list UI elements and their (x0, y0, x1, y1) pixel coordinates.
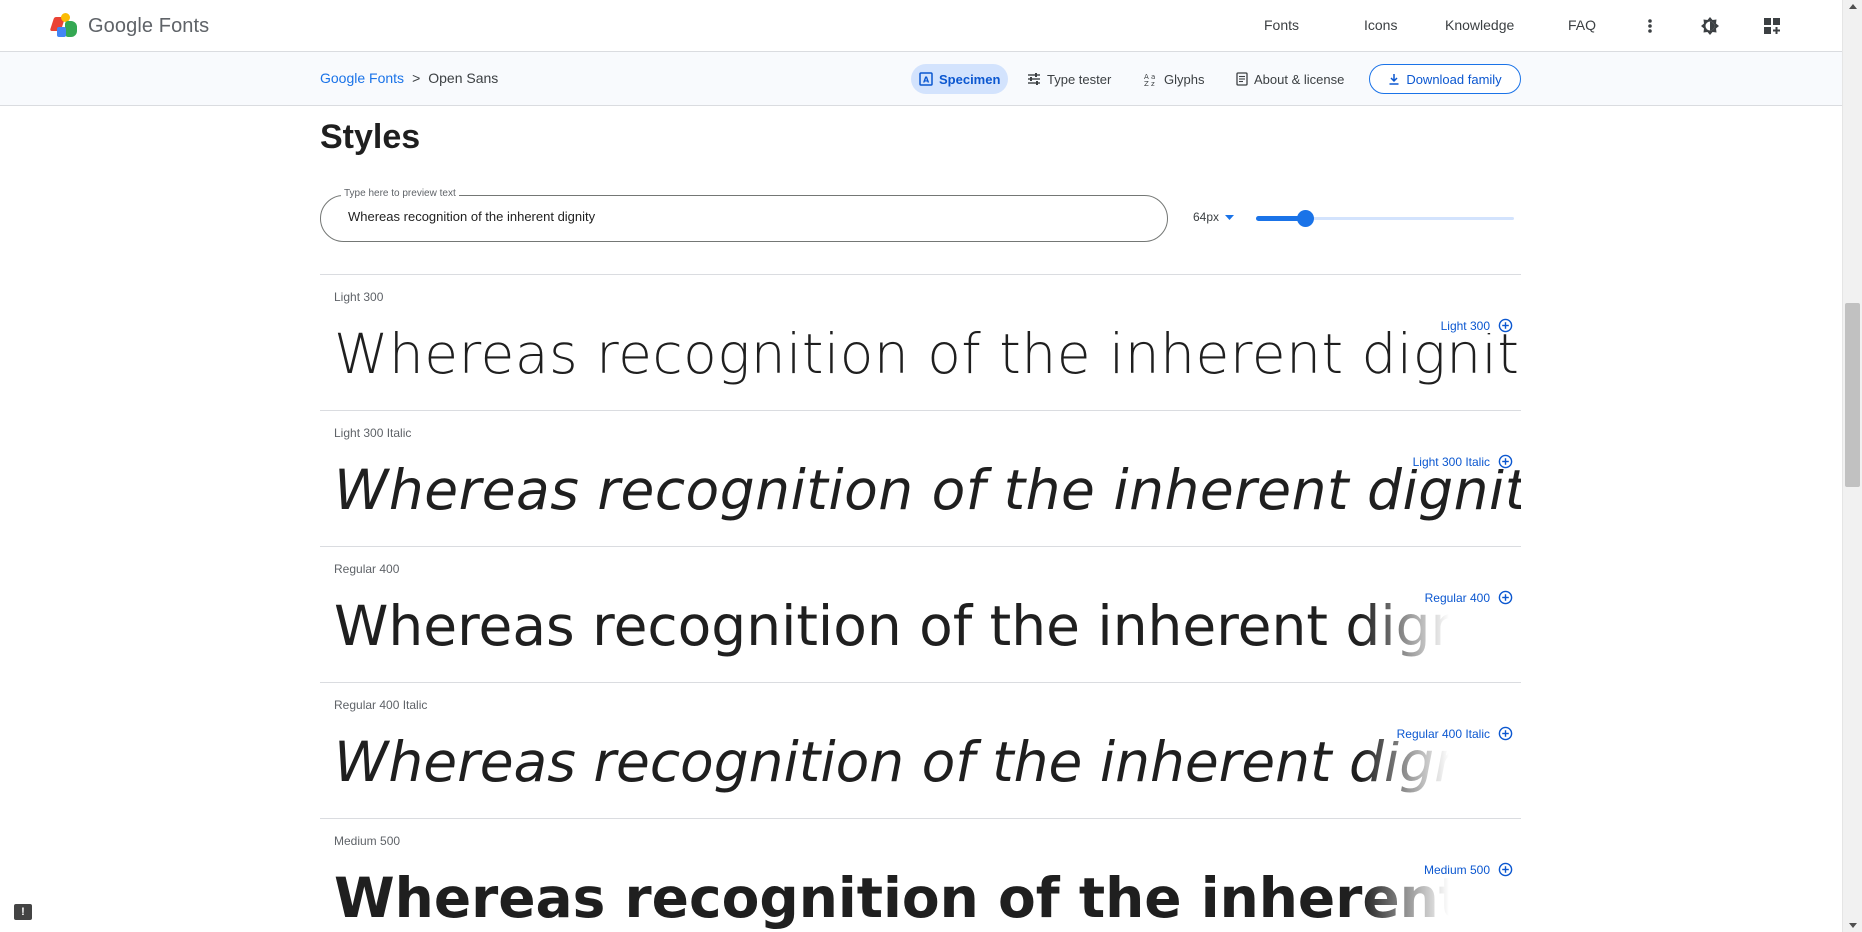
svg-text:z: z (1151, 80, 1155, 86)
add-style-label: Light 300 (1440, 318, 1490, 333)
tab-specimen-label: Specimen (939, 71, 1001, 87)
tab-glyphs-label: Glyphs (1164, 71, 1205, 87)
glyphs-icon: AaZ z (1144, 73, 1155, 86)
google-fonts-logo[interactable]: Google Fonts (49, 13, 210, 39)
style-row-light-300: Light 300 Whereas recognition of the inh… (320, 274, 1521, 410)
styles-heading: Styles (320, 118, 421, 156)
add-circle-icon (1498, 318, 1513, 333)
breadcrumb-separator: > (412, 70, 421, 86)
nav-knowledge[interactable]: Knowledge (1445, 17, 1514, 33)
breadcrumb-current: Open Sans (428, 70, 499, 86)
style-sample: Whereas recognition of the inherent dign… (334, 730, 1521, 794)
preview-text-field[interactable]: Type here to preview text (320, 188, 1168, 242)
tab-type-tester-label: Type tester (1047, 71, 1112, 87)
font-size-select[interactable]: 64px (1193, 210, 1235, 224)
style-name: Medium 500 (334, 834, 401, 848)
style-sample: Whereas recognition of the inherent dign… (334, 322, 1521, 386)
dropdown-arrow-icon (1225, 214, 1235, 220)
add-circle-icon (1498, 862, 1513, 877)
add-style-button[interactable]: Light 300 Italic (1406, 454, 1513, 469)
style-name: Regular 400 (334, 562, 400, 576)
breadcrumb-root-link[interactable]: Google Fonts (320, 70, 404, 86)
breadcrumb: Google Fonts > Open Sans (320, 70, 498, 86)
download-family-button[interactable]: Download family (1369, 64, 1521, 94)
preview-text-label: Type here to preview text (341, 188, 459, 199)
add-style-label: Regular 400 (1424, 590, 1490, 605)
tune-icon (1028, 73, 1040, 85)
style-row-regular-400-italic: Regular 400 Italic Whereas recognition o… (320, 682, 1521, 818)
add-circle-icon (1498, 454, 1513, 469)
specimen-icon: A (919, 72, 933, 86)
add-circle-icon (1498, 726, 1513, 741)
tab-glyphs[interactable]: AaZz Glyphs (1136, 64, 1212, 94)
style-row-medium-500: Medium 500 Whereas recognition of the in… (320, 818, 1521, 932)
style-sample: Whereas recognition of the inherent dign… (334, 866, 1521, 930)
add-style-button[interactable]: Medium 500 (1417, 862, 1513, 877)
add-style-button[interactable]: Regular 400 Italic (1390, 726, 1513, 741)
style-sample: Whereas recognition of the inherent dign… (334, 458, 1521, 522)
nav-fonts[interactable]: Fonts (1264, 17, 1299, 33)
tab-type-tester[interactable]: Type tester (1019, 64, 1119, 94)
feedback-icon[interactable]: ! (14, 904, 32, 920)
style-sample: Whereas recognition of the inherent dign… (334, 594, 1521, 658)
tab-about-license[interactable]: About & license (1228, 64, 1352, 94)
apps-icon[interactable] (1760, 14, 1784, 38)
nav-icons[interactable]: Icons (1364, 17, 1397, 33)
download-family-label: Download family (1406, 71, 1502, 87)
scroll-down-arrow-icon[interactable] (1849, 923, 1857, 928)
svg-text:A: A (923, 76, 930, 85)
font-subheader: Google Fonts > Open Sans A Specimen Type… (0, 52, 1842, 106)
style-row-light-300-italic: Light 300 Italic Whereas recognition of … (320, 410, 1521, 546)
slider-thumb[interactable] (1297, 210, 1315, 227)
article-icon (1236, 72, 1248, 86)
add-style-button[interactable]: Regular 400 (1418, 590, 1513, 605)
preview-text-input[interactable] (348, 209, 1128, 224)
more-vert-icon[interactable] (1638, 14, 1662, 38)
tab-specimen[interactable]: A Specimen (911, 64, 1009, 94)
google-fonts-logo-icon (49, 13, 80, 39)
page-scrollbar[interactable] (1842, 0, 1862, 932)
font-size-value: 64px (1193, 210, 1220, 224)
style-name: Light 300 Italic (334, 426, 412, 440)
font-size-slider[interactable] (1256, 208, 1514, 228)
tab-about-license-label: About & license (1254, 71, 1345, 87)
style-name: Light 300 (334, 290, 384, 304)
download-icon (1389, 74, 1399, 85)
add-style-button[interactable]: Light 300 (1434, 318, 1513, 333)
nav-faq[interactable]: FAQ (1568, 17, 1596, 33)
scroll-up-arrow-icon[interactable] (1849, 4, 1857, 9)
logo-text: Google Fonts (88, 14, 210, 37)
add-style-label: Regular 400 Italic (1396, 726, 1490, 741)
theme-toggle-icon[interactable] (1698, 14, 1722, 38)
add-style-label: Light 300 Italic (1412, 454, 1490, 469)
styles-list: Light 300 Whereas recognition of the inh… (320, 274, 1521, 932)
style-name: Regular 400 Italic (334, 698, 428, 712)
add-circle-icon (1498, 590, 1513, 605)
svg-text:Z: Z (1144, 80, 1149, 86)
scrollbar-thumb[interactable] (1845, 303, 1860, 487)
add-style-label: Medium 500 (1423, 862, 1490, 877)
top-header: Google Fonts Fonts Icons Knowledge FAQ (0, 0, 1842, 52)
style-row-regular-400: Regular 400 Whereas recognition of the i… (320, 546, 1521, 682)
